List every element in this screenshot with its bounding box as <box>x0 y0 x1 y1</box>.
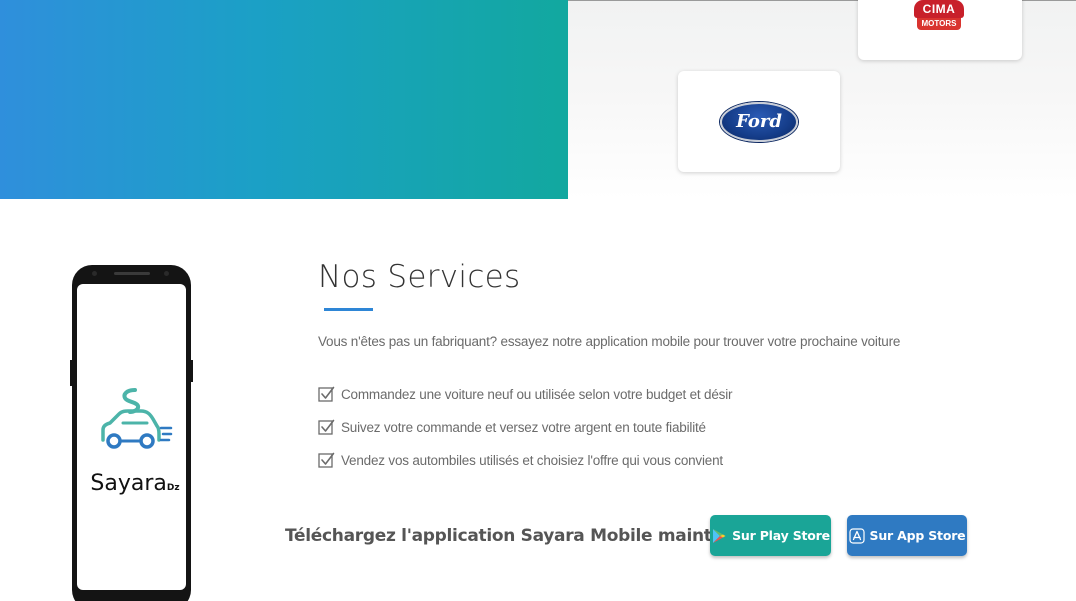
phone-sensor <box>164 271 169 276</box>
play-store-button[interactable]: Sur Play Store <box>710 515 831 556</box>
title-underline <box>324 308 373 311</box>
services-intro: Vous n'êtes pas un fabriquant? essayez n… <box>318 334 901 349</box>
feature-text: Suivez votre commande et versez votre ar… <box>341 420 706 435</box>
app-name-text: Sayara <box>90 471 167 496</box>
hero-gradient-banner <box>0 0 568 199</box>
play-store-label: Sur Play Store <box>732 528 830 543</box>
phone-mockup: SayaraDz <box>72 265 191 601</box>
phone-volume-button <box>70 360 73 386</box>
app-store-label: Sur App Store <box>869 528 966 543</box>
phone-speaker <box>114 272 150 275</box>
play-store-icon <box>713 528 726 543</box>
brand-card-ford[interactable]: Ford <box>678 71 840 172</box>
car-logo-icon <box>101 388 173 449</box>
app-store-button[interactable]: Sur App Store <box>847 515 967 556</box>
ford-logo-text: Ford <box>736 111 782 132</box>
checkbox-icon <box>318 419 335 435</box>
ford-logo: Ford <box>720 101 798 142</box>
checkbox-icon <box>318 386 335 402</box>
feature-item: Vendez vos autombiles utilisés et choisi… <box>318 452 723 469</box>
app-name-suffix: Dz <box>166 483 180 493</box>
phone-power-button <box>190 360 193 382</box>
cima-motors-logo: CIMA MOTORS <box>914 0 964 36</box>
brand-card-cima[interactable]: CIMA MOTORS <box>858 0 1022 60</box>
feature-item: Suivez votre commande et versez votre ar… <box>318 419 706 436</box>
feature-item: Commandez une voiture neuf ou utilisée s… <box>318 386 732 403</box>
app-store-icon <box>848 527 865 544</box>
download-prompt: Téléchargez l'application Sayara Mobile … <box>285 526 779 546</box>
cima-logo-text: CIMA <box>914 0 964 18</box>
feature-text: Commandez une voiture neuf ou utilisée s… <box>341 387 733 402</box>
checkbox-icon <box>318 452 335 468</box>
services-title: Nos Services <box>318 259 521 295</box>
app-name: SayaraDz <box>85 471 185 496</box>
feature-text: Vendez vos autombiles utilisés et choisi… <box>341 453 723 468</box>
phone-camera <box>92 271 97 276</box>
phone-screen: SayaraDz <box>77 284 186 590</box>
page: CIMA MOTORS Ford SayaraDz Nos Services V… <box>0 0 1076 601</box>
motors-logo-text: MOTORS <box>917 18 961 30</box>
